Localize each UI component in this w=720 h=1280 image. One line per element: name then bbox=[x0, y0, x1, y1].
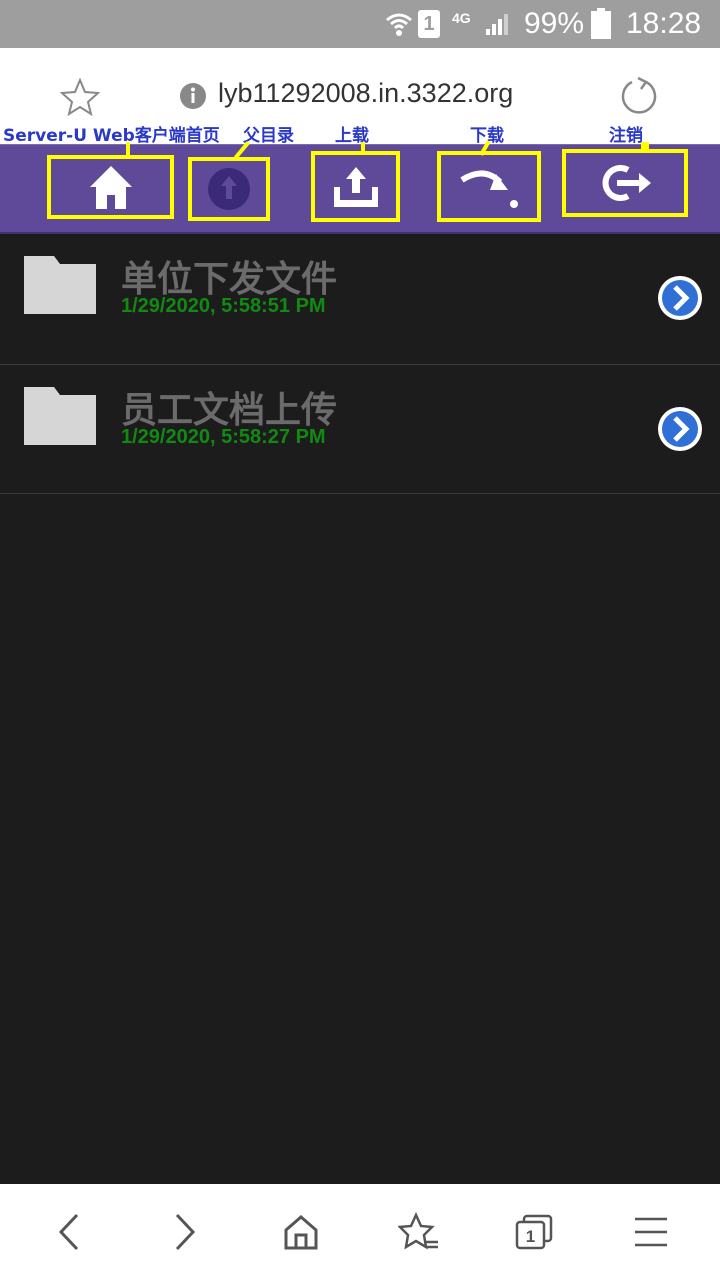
file-date: 1/29/2020, 5:58:51 PM bbox=[121, 295, 326, 317]
logout-icon bbox=[602, 165, 651, 201]
logout-button[interactable] bbox=[562, 149, 688, 217]
chevron-right-icon[interactable] bbox=[656, 405, 704, 453]
annotation-logout: 注销 bbox=[609, 126, 643, 146]
home-icon bbox=[89, 166, 132, 209]
download-icon bbox=[460, 170, 518, 208]
star-icon[interactable] bbox=[59, 77, 101, 117]
chevron-right-icon[interactable] bbox=[656, 274, 704, 322]
home-icon[interactable] bbox=[277, 1208, 325, 1256]
battery-icon bbox=[590, 0, 612, 48]
tab-count: 1 bbox=[526, 1227, 535, 1246]
file-date: 1/29/2020, 5:58:27 PM bbox=[121, 426, 326, 448]
download-button[interactable] bbox=[437, 151, 541, 222]
folder-icon bbox=[24, 256, 96, 314]
clock: 18:28 bbox=[626, 7, 702, 40]
battery-percent: 99% bbox=[524, 7, 585, 40]
status-bar: 1 4G 99% 18:28 bbox=[0, 0, 720, 48]
folder-icon bbox=[24, 387, 96, 445]
home-button[interactable] bbox=[47, 155, 174, 219]
file-row[interactable]: 单位下发文件 1/29/2020, 5:58:51 PM bbox=[0, 234, 720, 365]
wifi-icon bbox=[384, 0, 414, 48]
annotation-connector bbox=[126, 142, 130, 156]
annotation-parent: 父目录 bbox=[243, 126, 294, 146]
info-icon[interactable] bbox=[179, 82, 207, 110]
bookmarks-icon[interactable] bbox=[395, 1208, 443, 1256]
sim-indicator: 1 bbox=[418, 10, 440, 38]
annotation-home: Server-U Web客户端首页 bbox=[3, 126, 220, 146]
back-icon[interactable] bbox=[46, 1208, 94, 1256]
parent-directory-icon bbox=[208, 168, 250, 210]
upload-icon bbox=[333, 166, 378, 207]
file-row[interactable]: 员工文档上传 1/29/2020, 5:58:27 PM bbox=[0, 365, 720, 494]
upload-button[interactable] bbox=[311, 151, 400, 222]
network-type: 4G bbox=[452, 10, 471, 26]
url-text[interactable]: lyb11292008.in.3322.org bbox=[218, 78, 513, 109]
tabs-icon[interactable]: 1 bbox=[510, 1208, 558, 1256]
parent-directory-button[interactable] bbox=[188, 157, 270, 221]
signal-icon bbox=[484, 0, 512, 48]
forward-icon[interactable] bbox=[160, 1208, 208, 1256]
reload-icon[interactable] bbox=[620, 76, 660, 116]
bottom-nav: 1 bbox=[0, 1184, 720, 1280]
menu-icon[interactable] bbox=[627, 1208, 675, 1256]
